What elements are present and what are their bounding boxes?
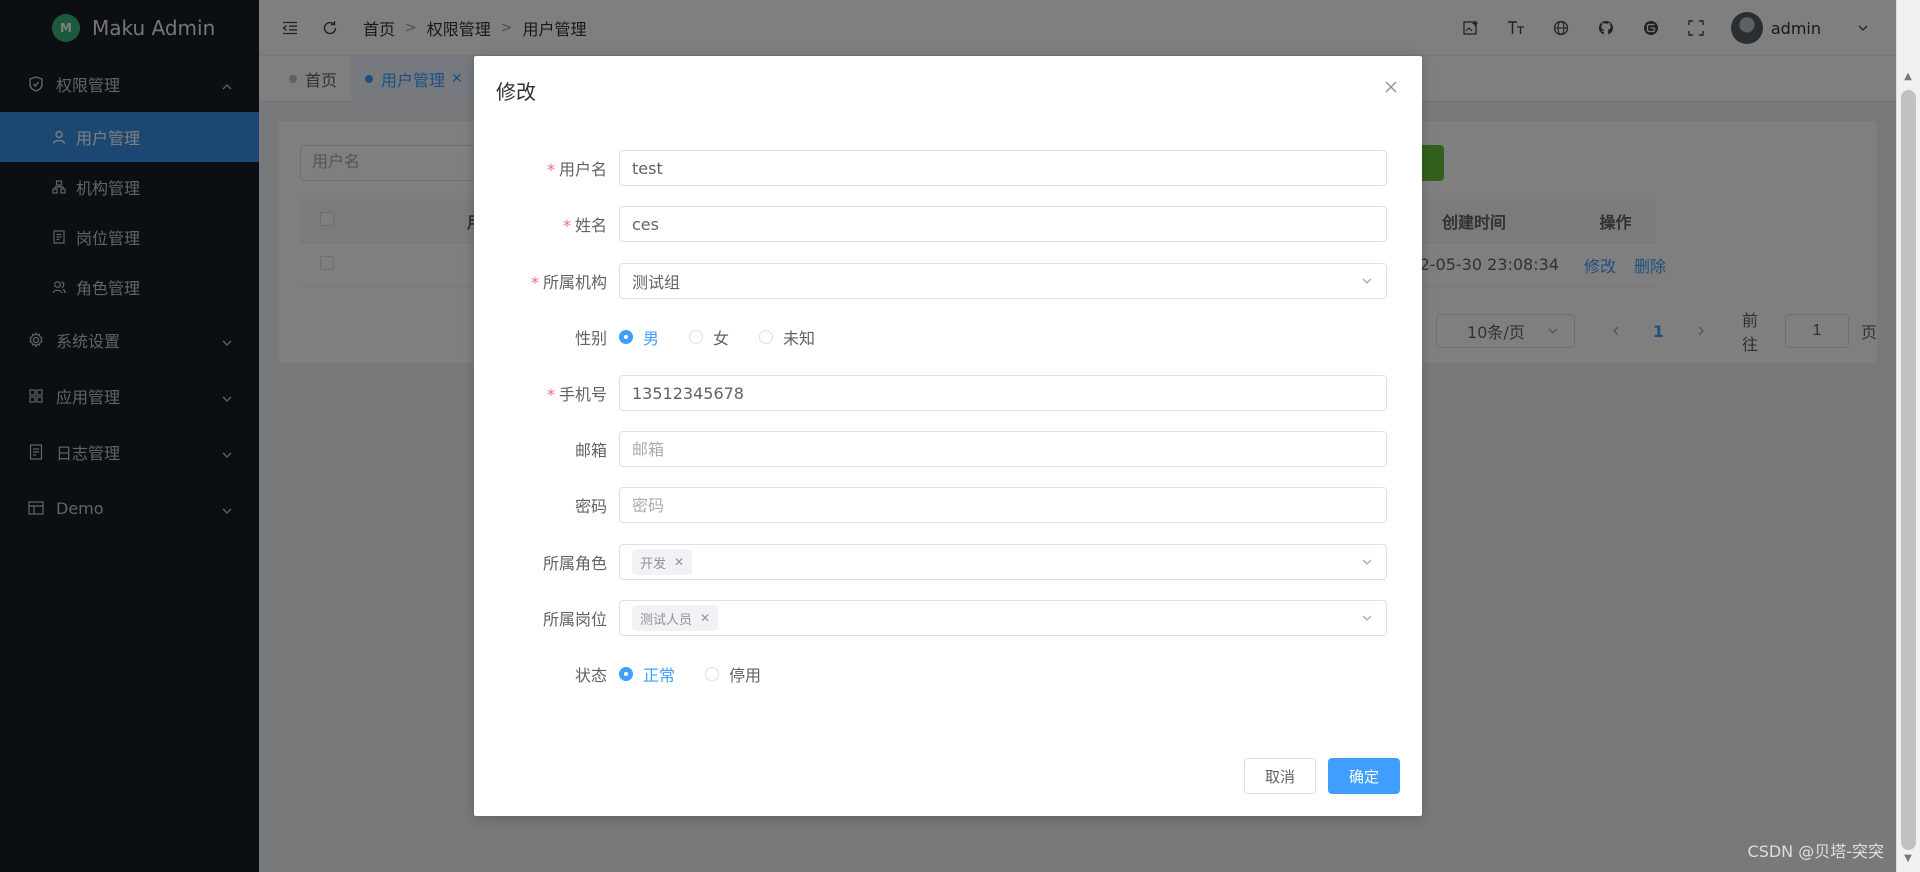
form-row-username: * 用户名 xyxy=(474,150,1422,186)
username-input[interactable] xyxy=(619,150,1387,186)
status-label: 状态 xyxy=(574,666,607,685)
org-select[interactable]: 测试组 xyxy=(619,263,1387,299)
cancel-button[interactable]: 取消 xyxy=(1243,758,1316,794)
watermark: CSDN @贝塔-突突 xyxy=(1747,842,1884,861)
realname-input[interactable] xyxy=(619,206,1387,242)
form-row-posts: 所属岗位 测试人员 ✕ xyxy=(474,600,1422,636)
form-row-mobile: * 手机号 xyxy=(474,375,1422,411)
gender-radio-unknown[interactable]: 未知 xyxy=(759,325,815,349)
roles-tags: 开发 ✕ xyxy=(626,549,693,575)
dialog-title: 修改 xyxy=(496,80,536,104)
form-row-gender: 性别 男 女 未知 xyxy=(474,319,1422,355)
chevron-down-icon xyxy=(1360,555,1374,569)
roles-select[interactable]: 开发 ✕ xyxy=(619,544,1387,580)
scrollbar-thumb[interactable] xyxy=(1901,90,1916,850)
posts-select[interactable]: 测试人员 ✕ xyxy=(619,600,1387,636)
close-icon[interactable]: ✕ xyxy=(674,555,684,569)
chevron-down-icon xyxy=(1360,274,1374,288)
confirm-button[interactable]: 确定 xyxy=(1327,758,1400,794)
page-scrollbar[interactable]: ▲ ▼ xyxy=(1896,0,1920,872)
close-icon[interactable]: ✕ xyxy=(700,611,710,625)
status-radio-group: 正常 停用 xyxy=(619,662,791,686)
gender-radio-group: 男 女 未知 xyxy=(619,325,845,349)
email-input[interactable] xyxy=(619,431,1387,467)
close-icon[interactable] xyxy=(1382,78,1400,96)
form-row-status: 状态 正常 停用 xyxy=(474,656,1422,692)
realname-label: * 姓名 xyxy=(562,216,607,235)
form-row-password: 密码 xyxy=(474,487,1422,523)
scroll-up-icon[interactable]: ▲ xyxy=(1903,72,1913,82)
username-label: * 用户名 xyxy=(546,160,607,179)
gender-radio-female[interactable]: 女 xyxy=(689,325,729,349)
scroll-down-icon[interactable]: ▼ xyxy=(1903,854,1913,864)
chevron-down-icon xyxy=(1360,611,1374,625)
password-input[interactable] xyxy=(619,487,1387,523)
posts-label: 所属岗位 xyxy=(542,610,607,629)
roles-label: 所属角色 xyxy=(542,554,607,573)
mobile-label: * 手机号 xyxy=(546,385,607,404)
post-tag: 测试人员 ✕ xyxy=(632,605,719,631)
radio-circle xyxy=(619,330,633,344)
password-label: 密码 xyxy=(574,497,607,516)
radio-circle xyxy=(705,667,720,681)
gender-radio-male[interactable]: 男 xyxy=(619,325,659,349)
radio-circle xyxy=(759,330,774,344)
posts-tags: 测试人员 ✕ xyxy=(626,605,719,631)
org-value: 测试组 xyxy=(632,273,681,292)
mobile-input[interactable] xyxy=(619,375,1387,411)
form-row-org: * 所属机构 测试组 xyxy=(474,263,1422,299)
status-radio-normal[interactable]: 正常 xyxy=(619,662,675,686)
radio-circle xyxy=(689,330,704,344)
status-radio-disabled[interactable]: 停用 xyxy=(705,662,761,686)
form-row-email: 邮箱 xyxy=(474,431,1422,467)
org-label: * 所属机构 xyxy=(530,273,607,292)
radio-circle xyxy=(619,667,633,681)
role-tag: 开发 ✕ xyxy=(632,549,693,575)
form-row-roles: 所属角色 开发 ✕ xyxy=(474,544,1422,580)
form-row-realname: * 姓名 xyxy=(474,206,1422,242)
edit-user-dialog: 修改 *用户名 *姓名 *所属机构 测试组 性别 男 女 未知 *手机号 邮箱 … xyxy=(474,56,1422,816)
gender-label: 性别 xyxy=(574,329,607,348)
dialog-footer: 取消 确定 xyxy=(1243,758,1400,794)
email-label: 邮箱 xyxy=(574,441,607,460)
